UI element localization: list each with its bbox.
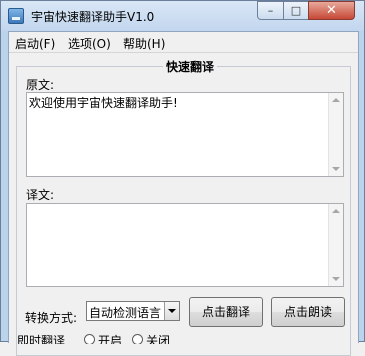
title-bar[interactable]: 宇宙快速翻译助手V1.0 – □ ✕ <box>1 1 364 31</box>
scroll-down-icon[interactable] <box>332 167 340 171</box>
instant-label: 即时翻译 <box>17 334 66 344</box>
close-button[interactable]: ✕ <box>308 1 355 20</box>
scroll-down-icon[interactable] <box>332 277 340 281</box>
target-label: 译文: <box>26 188 55 202</box>
radio-off[interactable] <box>132 334 143 344</box>
maximize-button[interactable]: □ <box>283 1 309 20</box>
app-window: 宇宙快速翻译助手V1.0 – □ ✕ 启动(F) 选项(O) 帮助(H) 快速翻… <box>0 0 365 356</box>
source-textarea[interactable]: 欢迎使用宇宙快速翻译助手! <box>26 92 344 177</box>
mode-select[interactable]: 自动检测语言 <box>86 301 180 321</box>
instant-translate-row: 即时翻译 开启 关闭 <box>17 332 217 344</box>
source-label: 原文: <box>26 78 55 92</box>
group-title: 快速翻译 <box>163 58 218 75</box>
mode-label: 转换方式: <box>25 311 78 325</box>
read-aloud-button[interactable]: 点击朗读 <box>271 297 345 327</box>
chevron-down-icon[interactable] <box>164 302 179 320</box>
radio-off-label: 关闭 <box>146 334 171 344</box>
target-textarea[interactable] <box>26 203 344 287</box>
client-area: 启动(F) 选项(O) 帮助(H) 快速翻译 原文: 欢迎使用宇宙快速翻译助手!… <box>8 31 359 356</box>
scroll-up-icon[interactable] <box>332 209 340 213</box>
menu-bar: 启动(F) 选项(O) 帮助(H) <box>9 32 358 53</box>
scroll-up-icon[interactable] <box>332 98 340 102</box>
radio-on-label: 开启 <box>98 334 123 344</box>
minimize-button[interactable]: – <box>257 1 284 20</box>
radio-on[interactable] <box>84 334 95 344</box>
source-scrollbar[interactable] <box>328 93 343 176</box>
window-title: 宇宙快速翻译助手V1.0 <box>31 10 155 24</box>
menu-help[interactable]: 帮助(H) <box>123 35 165 52</box>
target-scrollbar[interactable] <box>328 204 343 286</box>
menu-start[interactable]: 启动(F) <box>15 35 55 52</box>
source-text: 欢迎使用宇宙快速翻译助手! <box>29 96 178 110</box>
mode-select-value: 自动检测语言 <box>89 306 162 320</box>
translate-button[interactable]: 点击翻译 <box>189 297 263 327</box>
app-icon <box>8 8 24 24</box>
menu-options[interactable]: 选项(O) <box>68 35 111 52</box>
